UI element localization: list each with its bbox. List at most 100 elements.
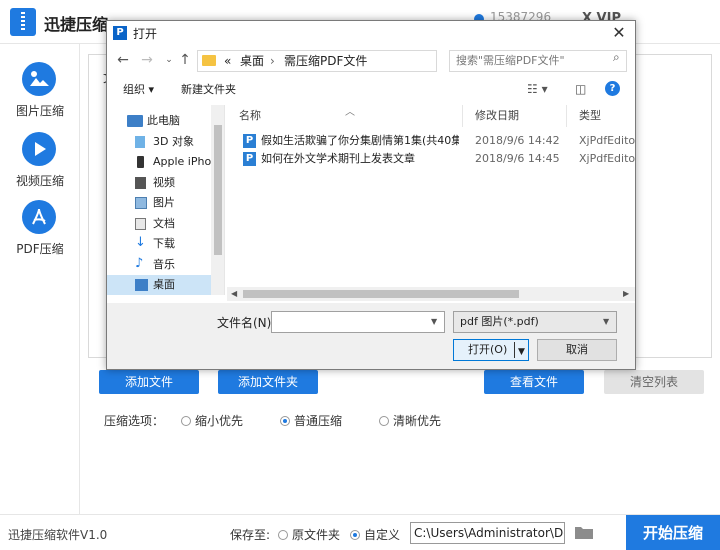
file-type: XjPdfEditorM	[579, 134, 635, 147]
pdf-file-icon: P	[243, 152, 256, 166]
radio-icon	[278, 530, 288, 540]
nav-item-label: 3D 对象	[153, 135, 194, 148]
nav-item-downloads[interactable]: ↓ 下载	[107, 234, 211, 254]
file-type-select[interactable]: pdf 图片(*.pdf)	[453, 311, 617, 333]
chevron-down-icon[interactable]: ▼	[431, 317, 437, 326]
file-name: 假如生活欺骗了你分集剧情第1集(共40集...	[261, 134, 459, 147]
nav-item-desktop[interactable]: 桌面	[107, 275, 211, 295]
new-folder-button[interactable]: 新建文件夹	[181, 81, 236, 97]
nav-item-pictures[interactable]: 图片	[107, 193, 211, 213]
file-date: 2018/9/6 14:42	[475, 134, 560, 147]
breadcrumb-separator-icon: ›	[270, 54, 275, 68]
picture-icon	[135, 197, 147, 209]
computer-icon	[127, 115, 143, 127]
add-folder-button[interactable]: 添加文件夹	[218, 370, 318, 394]
file-row[interactable]: P 假如生活欺骗了你分集剧情第1集(共40集... 2018/9/6 14:42…	[227, 132, 635, 150]
app-small-icon: P	[113, 26, 127, 40]
up-arrow-icon[interactable]: ↑	[177, 52, 193, 68]
nav-item-this-pc[interactable]: 此电脑	[107, 111, 211, 131]
view-options-icon[interactable]: ☷ ▾	[527, 82, 548, 96]
view-file-button[interactable]: 查看文件	[484, 370, 584, 394]
radio-icon	[181, 416, 191, 426]
column-label: 名称	[239, 109, 261, 122]
dialog-title: 打开	[133, 27, 158, 41]
sidebar-item-pdf-compress[interactable]: PDF压缩	[0, 200, 80, 270]
nav-item-music[interactable]: ♪ 音乐	[107, 255, 211, 275]
sidebar-item-label: PDF压缩	[16, 242, 64, 256]
open-button-label: 打开(O)	[468, 343, 508, 356]
chevron-down-icon[interactable]: ▼	[603, 317, 609, 326]
preview-pane-icon[interactable]: ◫	[575, 82, 586, 96]
nav-scrollbar[interactable]	[211, 105, 224, 295]
dialog-titlebar[interactable]: P 打开 ✕	[107, 21, 635, 45]
start-compress-button[interactable]: 开始压缩	[626, 515, 720, 550]
save-custom[interactable]: 自定义	[350, 526, 400, 543]
close-icon[interactable]: ✕	[609, 23, 629, 43]
option-clarity-first[interactable]: 清晰优先	[379, 412, 441, 429]
help-icon[interactable]: ?	[605, 81, 620, 96]
horizontal-scrollbar[interactable]: ◀ ▶	[227, 287, 635, 301]
forward-arrow-icon[interactable]: →	[139, 52, 155, 68]
document-icon	[135, 218, 146, 230]
footer: 迅捷压缩软件V1.0 保存至: 原文件夹 自定义 C:\Users\Admini…	[0, 514, 720, 550]
file-list-pane: 名称 ︿ 修改日期 类型 P 假如生活欺骗了你分集剧情第1集(共40集... 2…	[227, 105, 635, 295]
music-icon: ♪	[135, 256, 144, 271]
pdf-file-icon: P	[243, 134, 256, 148]
nav-item-3d-objects[interactable]: 3D 对象	[107, 132, 211, 152]
download-icon: ↓	[135, 235, 146, 250]
column-label: 类型	[579, 109, 601, 122]
breadcrumb-folder[interactable]: 需压缩PDF文件	[284, 51, 367, 71]
add-file-button[interactable]: 添加文件	[99, 370, 199, 394]
address-bar[interactable]: « 桌面 › 需压缩PDF文件 ▼ ↻	[197, 50, 526, 72]
nav-item-documents[interactable]: 文档	[107, 214, 211, 234]
scroll-left-icon[interactable]: ◀	[231, 287, 237, 301]
scrollbar-thumb[interactable]	[243, 290, 519, 298]
address-prefix[interactable]: «	[224, 51, 231, 71]
nav-item-videos[interactable]: 视频	[107, 173, 211, 193]
option-label: 原文件夹	[292, 528, 341, 542]
open-file-dialog: P 打开 ✕ ← → ⌄ ↑ « 桌面 › 需压缩PDF文件 ▼ ↻ 搜索"需压…	[106, 20, 636, 370]
cancel-button[interactable]: 取消	[537, 339, 617, 361]
folder-icon[interactable]	[574, 524, 594, 540]
scrollbar-thumb[interactable]	[214, 125, 222, 255]
file-type: XjPdfEditorM	[579, 152, 635, 165]
organize-menu[interactable]: 组织 ▾	[123, 81, 154, 97]
nav-item-label: 视频	[153, 176, 175, 189]
compress-options-label: 压缩选项：	[104, 414, 165, 428]
file-row[interactable]: P 如何在外文学术期刊上发表文章 2018/9/6 14:45 XjPdfEdi…	[227, 150, 635, 168]
scroll-right-icon[interactable]: ▶	[623, 287, 629, 301]
sidebar-item-video-compress[interactable]: 视频压缩	[0, 132, 80, 202]
image-icon	[22, 62, 56, 96]
sidebar-item-label: 视频压缩	[15, 174, 64, 188]
nav-item-apple-iphone[interactable]: Apple iPhone	[107, 152, 211, 172]
chevron-down-icon[interactable]: ▼	[518, 342, 525, 362]
search-icon[interactable]: ⌕	[613, 50, 620, 65]
column-label: 修改日期	[475, 109, 519, 122]
play-icon	[22, 132, 56, 166]
folder-icon	[202, 55, 216, 66]
sidebar: 图片压缩 视频压缩 PDF压缩	[0, 44, 80, 514]
open-button[interactable]: 打开(O) ▼	[453, 339, 529, 361]
back-arrow-icon[interactable]: ←	[115, 52, 131, 68]
split-divider	[514, 342, 515, 358]
filename-label: 文件名(N):	[217, 316, 276, 330]
search-input[interactable]: 搜索"需压缩PDF文件"	[449, 50, 627, 72]
column-header-date[interactable]: 修改日期	[463, 105, 567, 127]
nav-item-label: Apple iPhone	[153, 155, 211, 168]
navigation-pane: 此电脑 3D 对象 Apple iPhone 视频 图片 文档 ↓ 下载 ♪ 音…	[107, 105, 225, 295]
clear-list-button[interactable]: 清空列表	[604, 370, 704, 394]
sort-up-icon: ︿	[345, 107, 355, 118]
sidebar-item-image-compress[interactable]: 图片压缩	[0, 62, 80, 132]
chevron-down-icon[interactable]: ⌄	[161, 52, 177, 68]
breadcrumb-desktop[interactable]: 桌面	[240, 51, 264, 71]
desktop-icon	[135, 279, 148, 291]
dialog-toolbar: 组织 ▾ 新建文件夹 ☷ ▾ ◫ ?	[107, 77, 635, 101]
nav-item-label: 下载	[153, 237, 175, 250]
option-normal-compress[interactable]: 普通压缩	[280, 412, 342, 429]
option-shrink-first[interactable]: 缩小优先	[181, 412, 243, 429]
save-path-input[interactable]: C:\Users\Administrator\De	[410, 522, 565, 544]
save-original-folder[interactable]: 原文件夹	[278, 526, 340, 543]
option-label: 自定义	[364, 528, 401, 542]
filename-input[interactable]	[271, 311, 445, 333]
column-header-type[interactable]: 类型	[567, 105, 635, 127]
